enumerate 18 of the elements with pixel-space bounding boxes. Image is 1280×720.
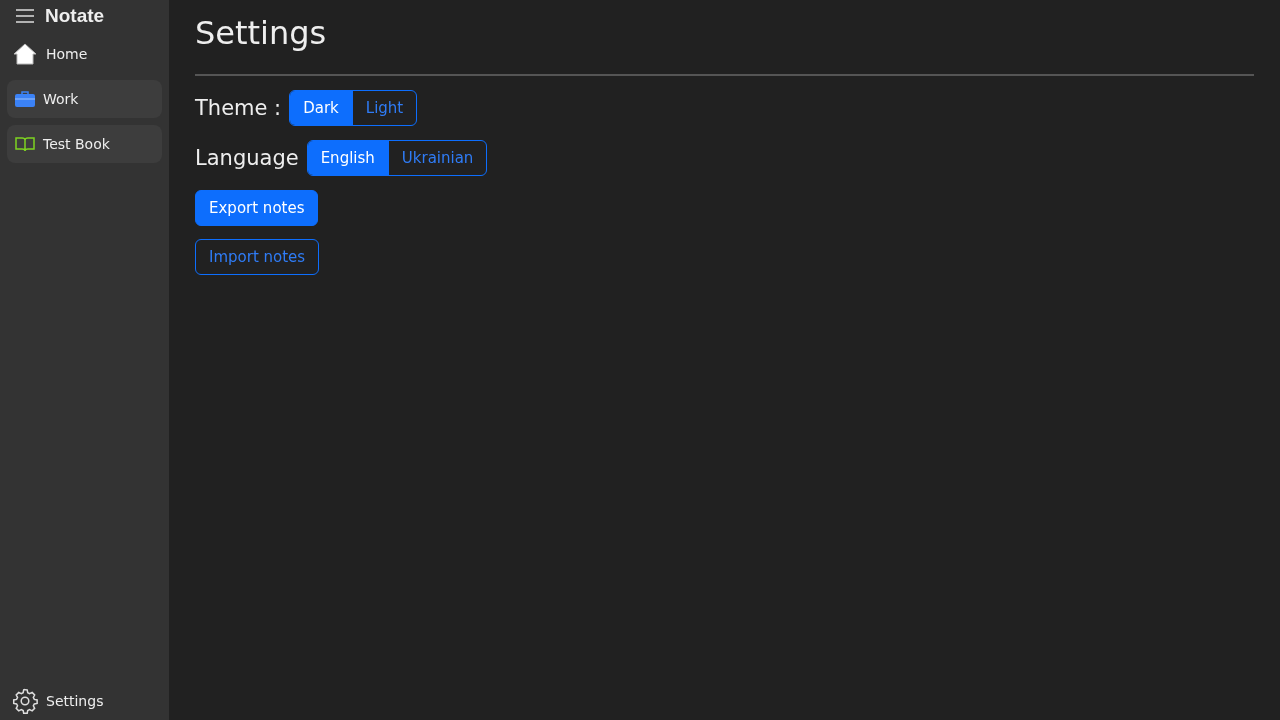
setting-label: Language [195, 146, 299, 170]
page-title: Settings [195, 14, 328, 54]
sidebar-item[interactable]: Work [7, 80, 162, 118]
menu-icon[interactable] [15, 8, 35, 24]
house-icon [12, 42, 38, 66]
export-button[interactable]: Export notes [195, 190, 319, 226]
settings-link[interactable]: Settings [7, 682, 162, 720]
option-button[interactable]: English [307, 141, 388, 175]
option-button[interactable]: Dark [290, 91, 352, 125]
settings-icon [12, 688, 38, 714]
sidebar-item[interactable]: Test Book [7, 125, 162, 163]
setting-label: Theme : [195, 96, 282, 120]
option-button[interactable]: Light [351, 91, 417, 125]
book-icon [15, 136, 35, 152]
option-button[interactable]: Ukrainian [387, 141, 487, 175]
briefcase-icon [15, 91, 35, 107]
import-button[interactable]: Import notes [195, 239, 320, 275]
app-title: Notate [45, 5, 105, 27]
